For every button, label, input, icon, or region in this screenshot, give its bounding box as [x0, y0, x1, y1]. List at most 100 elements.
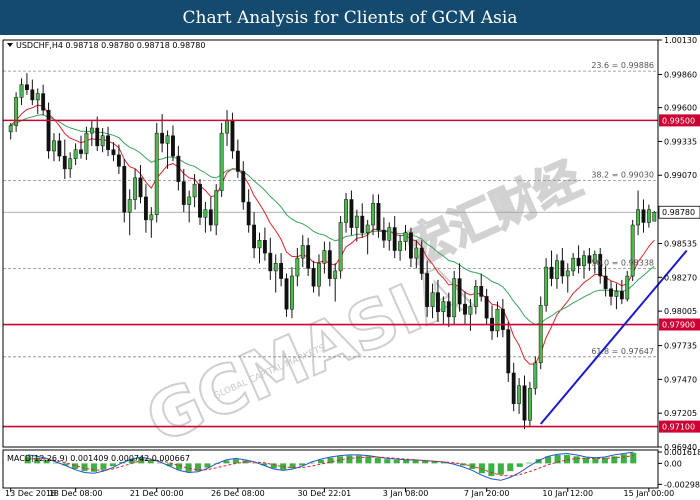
chart-banner: Chart Analysis for Clients of GCM Asia — [0, 0, 700, 35]
candle-body — [14, 97, 19, 126]
candle-body — [381, 229, 386, 241]
candle-body — [425, 273, 430, 307]
macd-histogram-bar — [384, 459, 391, 464]
macd-histogram-bar — [526, 462, 533, 464]
candle-body — [246, 201, 251, 226]
candle-body — [241, 171, 246, 203]
time-tick-label: 26 Dec 08:00 — [211, 489, 265, 498]
candle-body — [565, 270, 570, 277]
candle-body — [576, 257, 581, 267]
macd-histogram-bar — [346, 455, 353, 464]
macd-histogram-bar — [100, 463, 107, 470]
macd-histogram-bar — [355, 455, 362, 464]
price-tick-label: 0.98535 — [664, 240, 697, 249]
macd-tick-label: 0.001618 — [664, 448, 700, 457]
candle-body — [127, 199, 132, 213]
candle-body — [143, 196, 148, 221]
candle-body — [403, 232, 408, 242]
candle-body — [306, 245, 311, 269]
candle-body — [95, 127, 100, 147]
time-tick-label: 18 Dec 08:00 — [49, 489, 103, 498]
candle-body — [338, 222, 343, 272]
candle-body — [387, 227, 392, 241]
candle-body — [365, 224, 370, 233]
macd-histogram-bar — [318, 459, 325, 464]
candle-body — [252, 224, 257, 249]
candle-body — [522, 385, 527, 421]
candle-body — [371, 203, 375, 226]
time-tick-label: 21 Dec 00:00 — [130, 489, 184, 498]
candle-body — [544, 266, 549, 306]
candle-body — [457, 278, 462, 305]
candle-body — [290, 275, 294, 310]
candle-body — [73, 149, 78, 159]
candle-body — [192, 183, 197, 198]
candle-body — [555, 260, 559, 279]
candle-body — [25, 84, 29, 91]
candle-body — [62, 155, 67, 170]
candle-body — [468, 306, 473, 315]
candle-body — [57, 140, 62, 157]
candle-body — [376, 203, 381, 231]
candle-body — [138, 177, 143, 198]
candle-body — [198, 183, 202, 218]
candle-body — [344, 199, 348, 223]
candle-body — [133, 177, 138, 200]
candle-body — [446, 301, 451, 318]
macd-histogram-bar — [374, 457, 381, 464]
candle-body — [452, 278, 457, 318]
level-price-label: 0.99500 — [662, 116, 695, 125]
candle-body — [89, 127, 94, 134]
candle-body — [300, 245, 305, 259]
candle-body — [79, 149, 83, 154]
candle-body — [398, 241, 403, 251]
candle-body — [441, 301, 446, 313]
candle-body — [295, 257, 300, 277]
fib-label: 23.6 = 0.99886 — [591, 61, 654, 70]
candle-body — [160, 132, 165, 144]
time-tick-label: 30 Dec 22:01 — [297, 489, 351, 498]
candle-body — [349, 199, 354, 228]
banner-title: Chart Analysis for Clients of GCM Asia — [182, 7, 518, 28]
candle-body — [30, 89, 35, 101]
macd-histogram-bar — [488, 463, 495, 477]
price-tick-label: 0.97205 — [664, 409, 697, 418]
fib-label: 61.8 = 0.97647 — [591, 347, 654, 356]
candle-body — [360, 215, 365, 233]
candle-body — [116, 154, 121, 167]
candle-body — [533, 362, 538, 389]
candle-body — [279, 263, 284, 279]
price-tick-label: 0.99600 — [664, 104, 697, 113]
price-tick-label: 0.97735 — [664, 342, 697, 351]
macd-histogram-bar — [573, 456, 580, 464]
macd-header: MACD(12,26,9) 0.001409 0.000742 0.000667 — [7, 454, 190, 463]
candle-body — [111, 149, 116, 156]
candle-body — [268, 252, 273, 272]
candle-body — [646, 209, 651, 223]
candle-body — [214, 190, 219, 226]
candle-body — [641, 209, 646, 223]
candle-body — [46, 109, 51, 152]
level-price-label: 0.97900 — [662, 321, 695, 330]
candle-body — [262, 240, 267, 254]
candle-body — [479, 285, 484, 297]
macd-histogram-bar — [478, 463, 485, 474]
candle-body — [322, 250, 327, 264]
candle-body — [149, 214, 154, 221]
candle-body — [273, 263, 278, 272]
candle-body — [333, 270, 338, 279]
macd-histogram-bar — [516, 463, 523, 467]
level-price-label: 0.97100 — [662, 423, 695, 432]
candle-body — [235, 150, 240, 172]
candle-body — [203, 209, 208, 218]
candle-body — [327, 250, 332, 279]
chart-canvas[interactable]: GCMASIAGLOBAL CAPITAL MARKETS宏汇财经 0.9950… — [0, 35, 700, 500]
candle-body — [538, 305, 543, 364]
candle-body — [41, 93, 46, 111]
macd-histogram-bar — [507, 463, 514, 472]
macd-histogram-bar — [620, 454, 627, 464]
candle-body — [636, 209, 640, 226]
candle-body — [571, 257, 576, 272]
candle-body — [311, 268, 316, 287]
macd-tick-label: -0.00298 — [664, 480, 700, 489]
